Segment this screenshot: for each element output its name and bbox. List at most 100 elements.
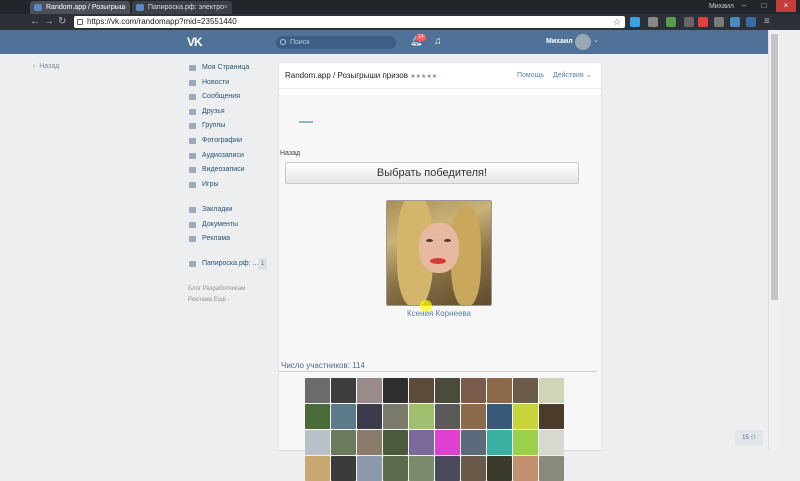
extension-icon[interactable]: [730, 17, 740, 27]
user-name[interactable]: Михаил: [546, 37, 573, 47]
help-link[interactable]: Помощь: [517, 71, 544, 81]
winner-photo[interactable]: [386, 200, 492, 306]
window-close-icon[interactable]: ×: [776, 0, 796, 12]
participant-avatar[interactable]: [305, 378, 330, 403]
lock-icon: [77, 19, 83, 25]
group-icon: [189, 261, 196, 267]
participant-avatar[interactable]: [331, 378, 356, 403]
extension-icon[interactable]: [714, 17, 724, 27]
sidebar-item-friends[interactable]: Друзья: [188, 106, 278, 118]
sidebar-item-audio[interactable]: Аудиозаписи: [188, 150, 278, 162]
extension-icon[interactable]: [630, 17, 640, 27]
footer-links-row2[interactable]: Реклама Ещё ·: [188, 295, 278, 306]
app-title[interactable]: Random.app / Розыгрыши призов ★★★★★: [285, 71, 437, 82]
browser-profile-name[interactable]: Михаил: [709, 0, 734, 14]
footer-links-row1[interactable]: Блог Разработчикам: [188, 284, 278, 295]
participant-avatar[interactable]: [305, 404, 330, 429]
vk-header: VK Поиск 🔔︎ 14 ♫ Михаил ⌄: [0, 30, 768, 54]
participant-avatar[interactable]: [461, 456, 486, 481]
corner-counter-badge[interactable]: 15 ⚇: [735, 430, 763, 446]
participant-avatar[interactable]: [305, 430, 330, 455]
maximize-icon[interactable]: □: [754, 0, 774, 12]
participant-avatar[interactable]: [513, 430, 538, 455]
participant-avatar[interactable]: [435, 378, 460, 403]
extension-icon[interactable]: [666, 17, 676, 27]
back-arrow-icon[interactable]: ←: [30, 15, 40, 29]
avatar[interactable]: [575, 34, 591, 50]
winner-name-link[interactable]: Ксения Корнеева: [379, 309, 499, 319]
search-input[interactable]: Поиск: [276, 36, 396, 49]
participant-avatar[interactable]: [461, 378, 486, 403]
participant-avatar[interactable]: [409, 404, 434, 429]
address-bar[interactable]: https://vk.com/randomapp?mid=23551440 ☆: [74, 16, 625, 28]
reload-icon[interactable]: ↻: [58, 15, 66, 29]
scrollbar-thumb[interactable]: [771, 34, 778, 300]
participant-avatar[interactable]: [539, 404, 564, 429]
participant-avatar[interactable]: [539, 378, 564, 403]
menu-icon[interactable]: ≡: [764, 15, 770, 29]
browser-tab-random-app[interactable]: Random.app / Розыгрыш ×: [30, 1, 130, 14]
participant-avatar[interactable]: [435, 430, 460, 455]
pick-winner-button[interactable]: Выбрать победителя!: [285, 162, 579, 184]
sidebar-item-messages[interactable]: Сообщения: [188, 91, 278, 103]
music-icon: [189, 153, 196, 159]
sidebar-item-video[interactable]: Видеозаписи: [188, 164, 278, 176]
close-tab-icon[interactable]: ×: [122, 1, 126, 14]
participant-avatar[interactable]: [435, 404, 460, 429]
participant-avatar[interactable]: [435, 456, 460, 481]
rating-stars: ★★★★★: [410, 74, 438, 80]
participant-avatar[interactable]: [487, 404, 512, 429]
participant-avatar[interactable]: [513, 378, 538, 403]
participant-avatar[interactable]: [357, 456, 382, 481]
extension-icon[interactable]: [684, 17, 694, 27]
participant-avatar[interactable]: [487, 378, 512, 403]
sidebar-item-ads[interactable]: Реклама: [188, 233, 278, 245]
forward-arrow-icon[interactable]: →: [44, 15, 54, 29]
participant-avatar[interactable]: [461, 430, 486, 455]
sidebar-item-my-page[interactable]: Моя Страница: [188, 62, 278, 74]
back-link[interactable]: ‹ Назад: [33, 62, 59, 72]
participant-avatar[interactable]: [383, 404, 408, 429]
participant-avatar[interactable]: [487, 456, 512, 481]
sidebar-item-groups[interactable]: Группы: [188, 120, 278, 132]
extension-icon[interactable]: [746, 17, 756, 27]
participant-avatar[interactable]: [409, 430, 434, 455]
participant-avatar[interactable]: [513, 456, 538, 481]
bookmark-star-icon[interactable]: ☆: [613, 16, 621, 28]
participant-avatar[interactable]: [331, 456, 356, 481]
browser-tab-papiroska[interactable]: Папироска.рф: электро ×: [132, 1, 232, 14]
participant-avatar[interactable]: [305, 456, 330, 481]
page-scrollbar[interactable]: [768, 30, 780, 450]
minimize-icon[interactable]: –: [734, 0, 754, 12]
close-tab-icon[interactable]: ×: [224, 1, 228, 14]
extension-icon[interactable]: [648, 17, 658, 27]
participant-avatar[interactable]: [383, 378, 408, 403]
participant-avatar[interactable]: [409, 456, 434, 481]
participant-avatar[interactable]: [357, 378, 382, 403]
participant-avatar[interactable]: [331, 430, 356, 455]
sidebar-item-photos[interactable]: Фотографии: [188, 135, 278, 147]
participant-avatar[interactable]: [383, 456, 408, 481]
participant-avatar[interactable]: [409, 378, 434, 403]
participant-avatar[interactable]: [357, 404, 382, 429]
music-icon[interactable]: ♫: [434, 35, 442, 49]
message-icon: [189, 94, 196, 100]
actions-dropdown[interactable]: Действия ⌄: [553, 71, 591, 81]
participant-avatar[interactable]: [331, 404, 356, 429]
vk-logo[interactable]: VK: [187, 35, 203, 49]
participant-avatar[interactable]: [487, 430, 512, 455]
participant-avatar[interactable]: [357, 430, 382, 455]
participant-avatar[interactable]: [539, 430, 564, 455]
participant-avatar[interactable]: [513, 404, 538, 429]
participant-avatar[interactable]: [461, 404, 486, 429]
sidebar-item-documents[interactable]: Документы: [188, 219, 278, 231]
sidebar-item-games[interactable]: Игры: [188, 179, 278, 191]
participant-avatar[interactable]: [539, 456, 564, 481]
sidebar-item-bookmarks[interactable]: Закладки: [188, 204, 278, 216]
sidebar-item-news[interactable]: Новости: [188, 77, 278, 89]
notification-badge: 14: [416, 34, 426, 41]
participant-avatar[interactable]: [383, 430, 408, 455]
extension-icon[interactable]: [698, 17, 708, 27]
app-back-link[interactable]: Назад: [280, 149, 300, 159]
chevron-down-icon[interactable]: ⌄: [593, 36, 599, 44]
